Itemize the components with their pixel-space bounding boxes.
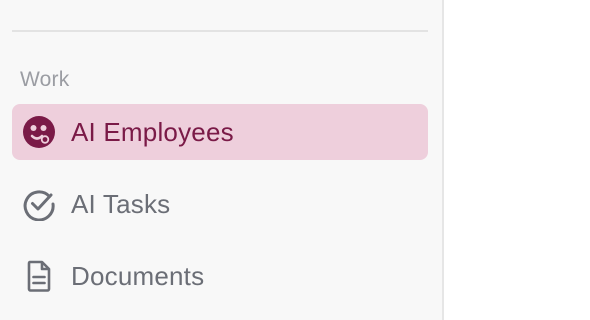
main-content <box>444 0 590 320</box>
sidebar-item-label: AI Tasks <box>71 188 171 219</box>
sidebar-item-ai-tasks[interactable]: AI Tasks <box>12 176 428 232</box>
section-label-work: Work <box>20 68 70 91</box>
sidebar-item-label: Documents <box>71 260 205 291</box>
ai-employee-icon <box>22 115 56 149</box>
sidebar-item-documents[interactable]: Documents <box>12 248 428 304</box>
sidebar-item-ai-employees[interactable]: AI Employees <box>12 104 428 160</box>
document-icon <box>22 259 56 293</box>
check-circle-icon <box>22 187 56 221</box>
sidebar: Work AI Employees AI Tasks Documents <box>0 0 444 320</box>
sidebar-divider <box>12 30 428 32</box>
sidebar-item-label: AI Employees <box>71 116 234 147</box>
app-window: Work AI Employees AI Tasks Documents <box>0 0 590 320</box>
